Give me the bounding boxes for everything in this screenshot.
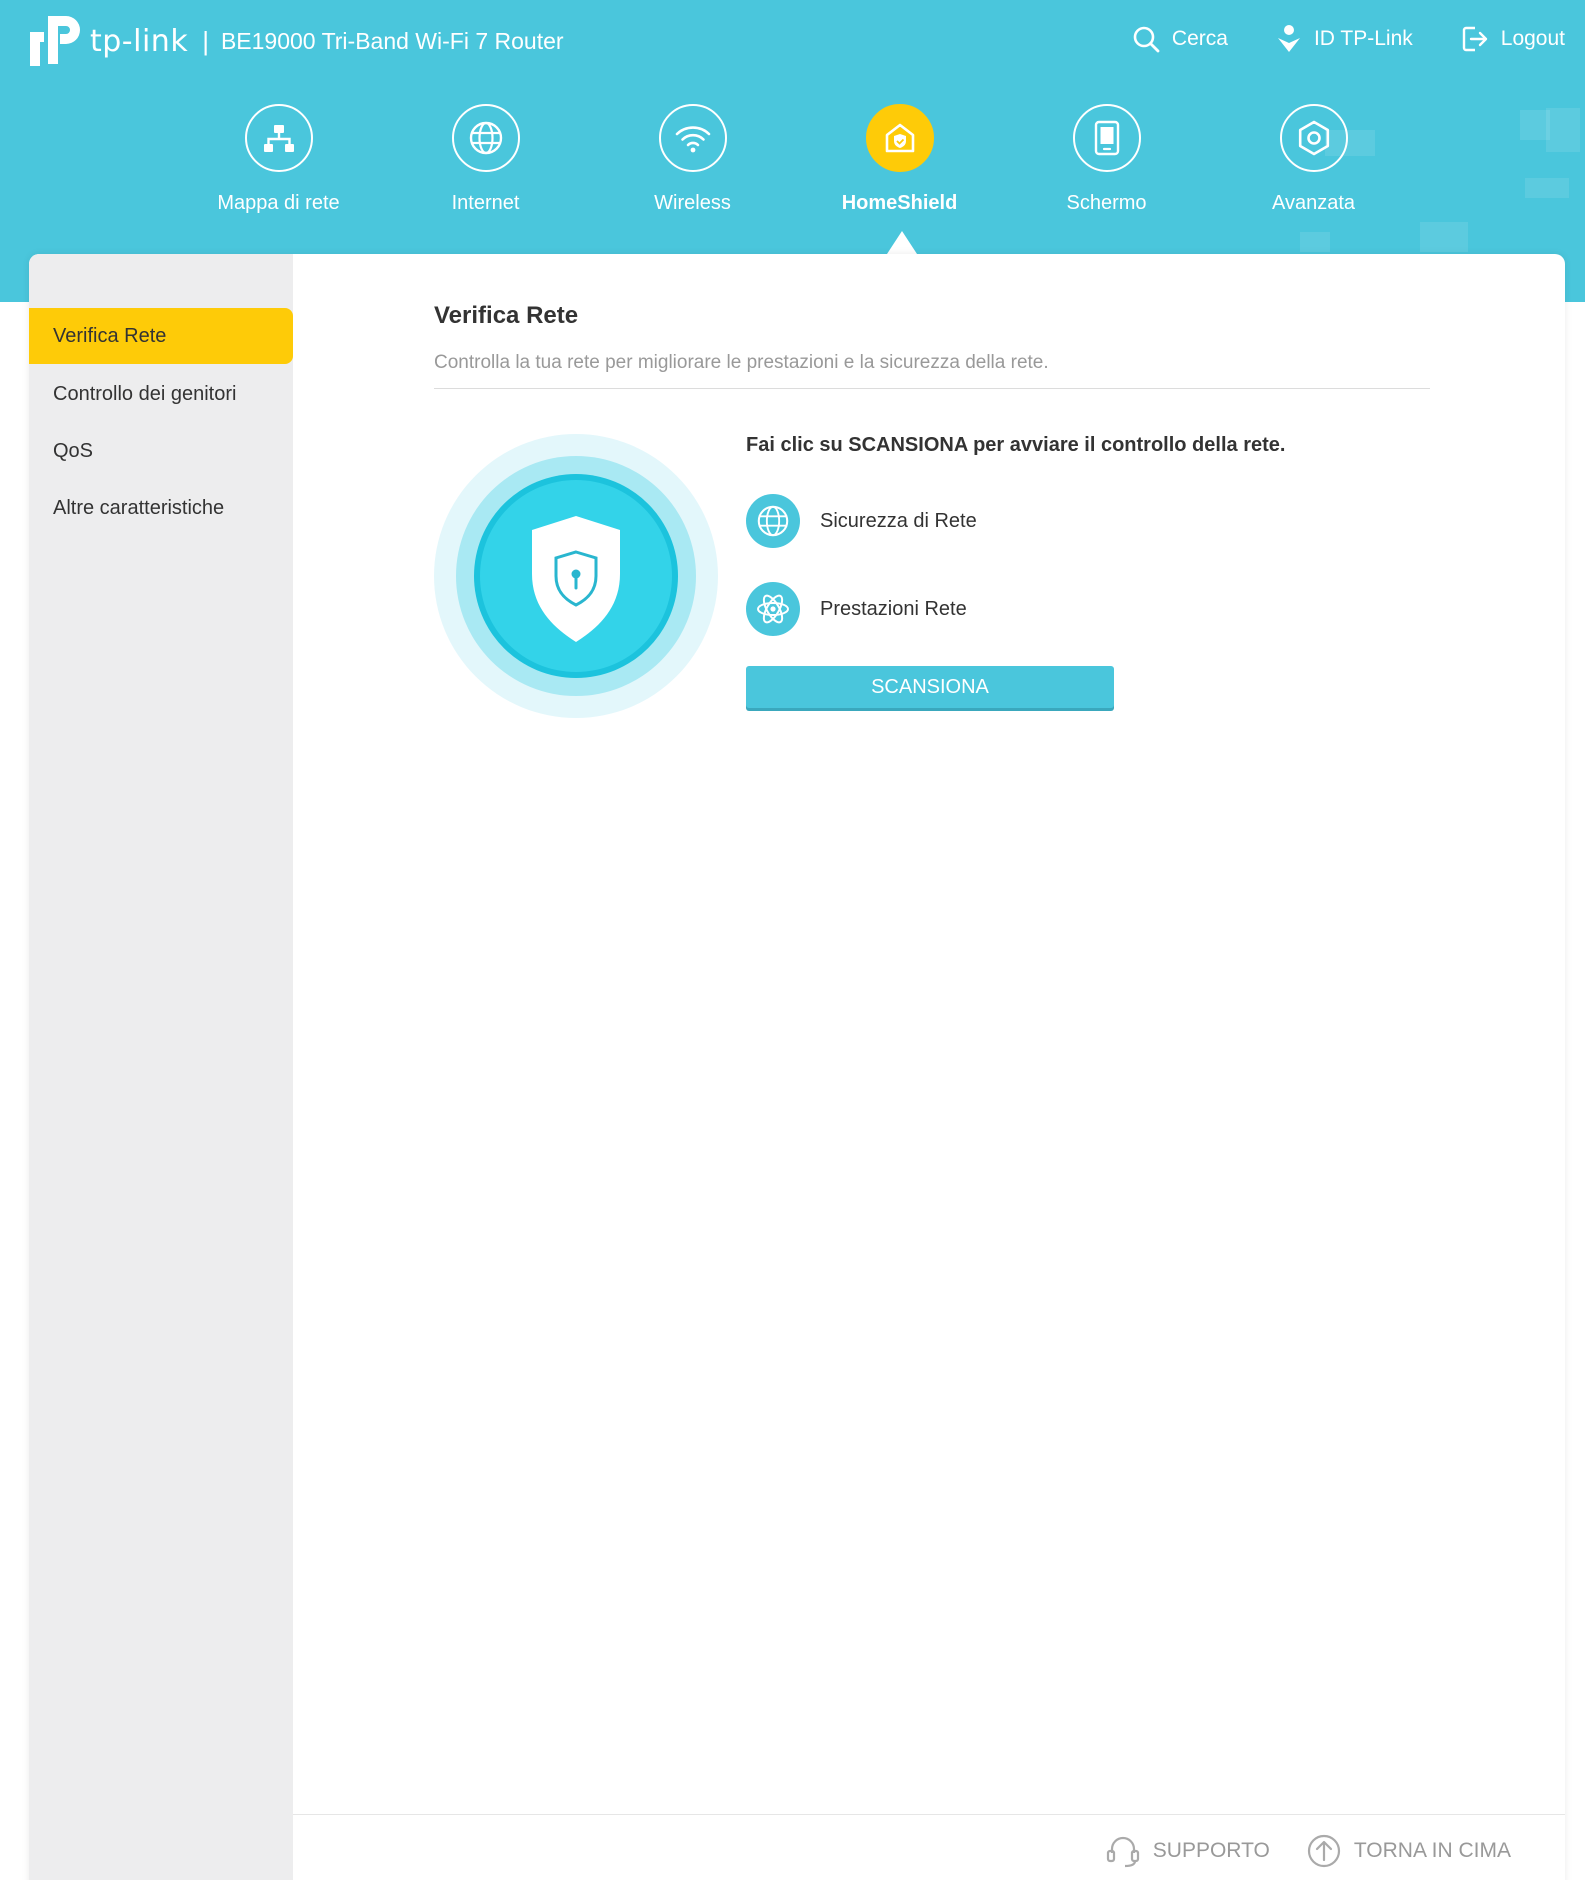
tplink-logo-icon: [30, 16, 80, 66]
active-nav-pointer: [887, 231, 917, 254]
feature-label: Prestazioni Rete: [820, 597, 967, 620]
divider: [434, 388, 1430, 389]
logout-button[interactable]: Logout: [1461, 24, 1565, 54]
nav-item-advanced[interactable]: Avanzata: [1210, 104, 1417, 215]
sidebar-item-label: Verifica Rete: [53, 324, 167, 347]
feature-network-security: Sicurezza di Rete: [746, 494, 977, 548]
support-label: SUPPORTO: [1152, 1839, 1270, 1862]
search-icon: [1133, 26, 1160, 53]
decorative-pixel: [1300, 232, 1330, 252]
nav-item-wireless[interactable]: Wireless: [589, 104, 796, 215]
shield-icon: [434, 434, 718, 718]
back-to-top-link[interactable]: TORNA IN CIMA: [1306, 1833, 1511, 1869]
top-actions: Cerca ID TP-Link Logout: [1084, 24, 1565, 54]
nav-label: Schermo: [1066, 192, 1147, 214]
decorative-pixel: [1420, 222, 1468, 252]
gear-icon: [1279, 104, 1348, 172]
nav-label: Internet: [451, 192, 520, 214]
sidebar-item-label: Controllo dei genitori: [53, 382, 237, 405]
sidebar-item-label: QoS: [53, 439, 94, 462]
feature-network-performance: Prestazioni Rete: [746, 582, 967, 636]
nav-item-internet[interactable]: Internet: [382, 104, 589, 215]
sidebar: Verifica Rete Controllo dei genitori QoS…: [29, 254, 293, 1880]
sidebar-item-label: Altre caratteristiche: [53, 496, 225, 519]
feature-label: Sicurezza di Rete: [820, 509, 977, 532]
back-to-top-label: TORNA IN CIMA: [1353, 1839, 1511, 1862]
nav-item-homeshield[interactable]: HomeShield: [796, 104, 1003, 215]
page-description: Controlla la tua rete per migliorare le …: [434, 352, 1049, 373]
homeshield-icon: [865, 104, 934, 172]
tplink-id-label: ID TP-Link: [1313, 27, 1413, 50]
nav-label: Mappa di rete: [217, 192, 340, 214]
main-nav: Mappa di rete Internet Wireless HomeShie…: [175, 104, 1417, 215]
footer: SUPPORTO TORNA IN CIMA: [293, 1814, 1565, 1880]
support-link[interactable]: SUPPORTO: [1105, 1833, 1270, 1869]
nav-item-screen[interactable]: Schermo: [1003, 104, 1210, 215]
atom-icon: [746, 582, 800, 636]
arrow-up-circle-icon: [1307, 1834, 1340, 1868]
nav-label: Avanzata: [1271, 192, 1356, 214]
brand-name: tp-link: [90, 23, 189, 59]
sidebar-item-verifica-rete[interactable]: Verifica Rete: [29, 308, 293, 364]
decorative-pixel: [1525, 178, 1569, 198]
sidebar-item-parental-control[interactable]: Controllo dei genitori: [29, 366, 293, 422]
sidebar-item-qos[interactable]: QoS: [29, 423, 293, 479]
search-button[interactable]: Cerca: [1132, 24, 1228, 54]
wifi-icon: [658, 104, 727, 172]
nav-item-network-map[interactable]: Mappa di rete: [175, 104, 382, 215]
search-label: Cerca: [1171, 27, 1228, 50]
decorative-pixel: [1546, 108, 1580, 152]
page-title: Verifica Rete: [434, 302, 579, 329]
nav-label: HomeShield: [841, 192, 958, 214]
router-model: BE19000 Tri-Band Wi-Fi 7 Router: [220, 27, 564, 54]
header-separator: |: [202, 25, 209, 56]
scan-instruction: Fai clic su SCANSIONA per avviare il con…: [746, 434, 1286, 456]
globe-icon: [451, 104, 520, 172]
screen-icon: [1072, 104, 1141, 172]
sidebar-item-other-features[interactable]: Altre caratteristiche: [29, 480, 293, 536]
main-card: Verifica Rete Controllo dei genitori QoS…: [29, 254, 1565, 1880]
globe-icon: [746, 494, 800, 548]
tplink-id-icon: [1277, 25, 1300, 52]
tplink-logo[interactable]: tp-link | BE19000 Tri-Band Wi-Fi 7 Route…: [26, 10, 564, 72]
tplink-id-button[interactable]: ID TP-Link: [1276, 24, 1413, 54]
logout-label: Logout: [1500, 27, 1565, 50]
logout-icon: [1462, 26, 1487, 52]
network-map-icon: [244, 104, 313, 172]
footer-actions: SUPPORTO TORNA IN CIMA: [1069, 1833, 1511, 1869]
nav-label: Wireless: [654, 192, 731, 214]
shield-illustration: [434, 434, 718, 718]
headset-icon: [1106, 1836, 1139, 1868]
scan-button[interactable]: SCANSIONA: [746, 666, 1114, 708]
